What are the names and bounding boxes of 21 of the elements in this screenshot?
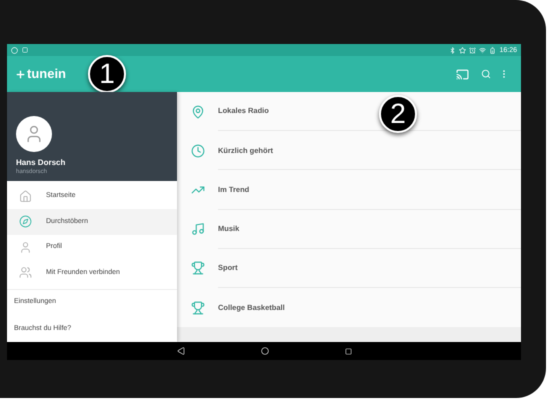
home-icon[interactable] [260,347,268,355]
alarm-icon [469,46,476,54]
map-pin-icon [191,104,205,119]
numbered-callout: 1 [88,55,126,93]
person-icon [19,240,32,254]
compass-icon [19,215,32,228]
bluetooth-icon [449,46,456,54]
music-note-icon [191,222,205,236]
clock-icon [191,144,205,158]
trophy-icon [191,261,205,276]
wifi-icon [479,46,486,54]
back-icon[interactable] [176,347,184,355]
profile-name: Hans Dorsch [16,158,66,168]
trophy-icon [191,300,205,315]
star-icon [459,46,466,54]
house-icon [19,190,32,203]
battery-icon [489,46,496,54]
logo-icon [15,68,26,80]
people-icon [19,266,32,280]
recents-icon[interactable] [344,348,352,354]
app-logo: tunein [27,65,66,84]
